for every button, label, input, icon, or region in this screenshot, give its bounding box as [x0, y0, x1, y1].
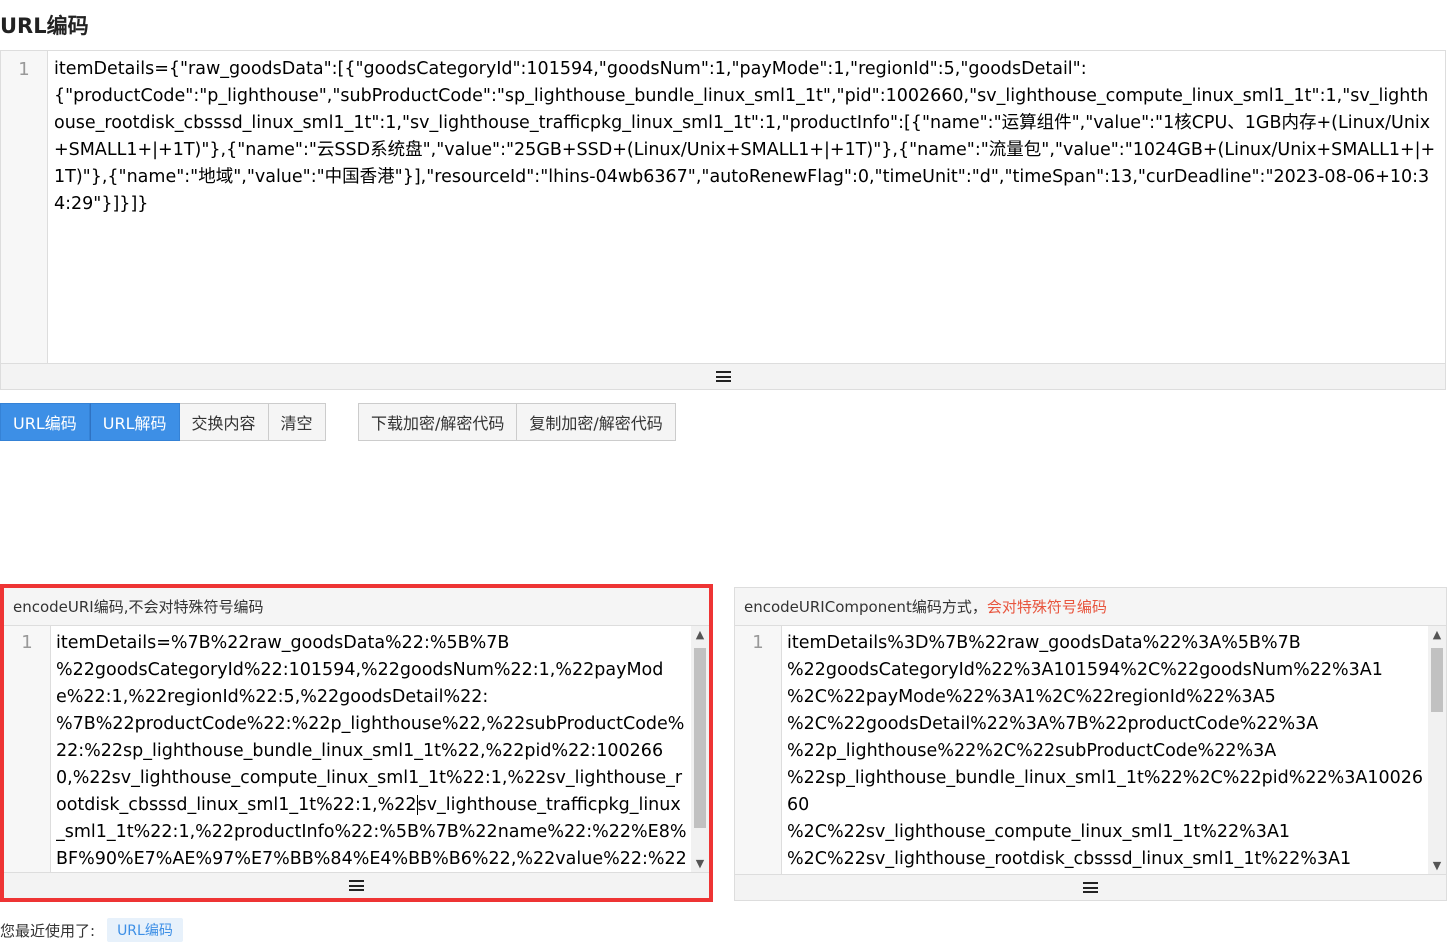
drag-handle-icon [349, 880, 364, 891]
recently-used-label: 您最近使用了: [0, 921, 96, 940]
url-encode-button[interactable]: URL编码 [0, 403, 90, 441]
encodeuri-output-panel: encodeURI编码,不会对特殊符号编码 1 itemDetails=%7B%… [0, 584, 713, 902]
url-decode-button[interactable]: URL解码 [89, 403, 180, 441]
drag-handle-icon [715, 371, 731, 382]
panel-header: encodeURIComponent编码方式， 会对特殊符号编码 [735, 588, 1446, 626]
page-title: URL编码 [0, 14, 89, 38]
output-editor[interactable]: 1 itemDetails%3D%7B%22raw_goodsData%22%3… [735, 626, 1446, 874]
line-gutter: 1 [735, 626, 782, 874]
recent-tool-link[interactable]: URL编码 [107, 918, 183, 942]
output-editor[interactable]: 1 itemDetails=%7B%22raw_goodsData%22:%5B… [4, 626, 709, 872]
editor-resize-handle[interactable] [735, 874, 1446, 900]
swap-content-button[interactable]: 交换内容 [179, 403, 269, 441]
line-number: 1 [21, 632, 33, 653]
line-gutter: 1 [4, 626, 51, 872]
panel-title: encodeURIComponent编码方式， [744, 598, 987, 616]
vertical-scrollbar[interactable]: ▲ ▼ [1428, 626, 1446, 874]
clear-button[interactable]: 清空 [268, 403, 326, 441]
recently-used: 您最近使用了: URL编码 [0, 918, 183, 942]
line-number: 1 [752, 632, 764, 653]
editor-resize-handle[interactable] [4, 872, 709, 898]
output-text[interactable]: itemDetails=%7B%22raw_goodsData%22:%5B%7… [56, 626, 687, 872]
line-number: 1 [18, 59, 30, 80]
scrollbar-thumb[interactable] [1431, 648, 1443, 712]
action-button-group: URL编码 URL解码 交换内容 清空 [0, 403, 326, 441]
panel-title: encodeURI编码,不会对特殊符号编码 [13, 598, 264, 616]
output-text[interactable]: itemDetails%3D%7B%22raw_goodsData%22%3A%… [787, 626, 1424, 874]
vertical-scrollbar[interactable]: ▲ ▼ [691, 626, 709, 872]
input-text[interactable]: itemDetails={"raw_goodsData":[{"goodsCat… [54, 51, 1437, 363]
scroll-down-icon[interactable]: ▼ [691, 855, 709, 872]
panel-header: encodeURI编码,不会对特殊符号编码 [4, 588, 709, 626]
output-text-part: itemDetails=%7B%22raw_goodsData%22:%5B%7… [56, 633, 685, 815]
drag-handle-icon [1083, 882, 1098, 893]
scrollbar-thumb[interactable] [694, 648, 706, 828]
code-button-group: 下载加密/解密代码 复制加密/解密代码 [358, 403, 676, 441]
input-editor[interactable]: 1 itemDetails={"raw_goodsData":[{"goodsC… [0, 50, 1446, 390]
download-code-button[interactable]: 下载加密/解密代码 [358, 403, 518, 441]
encodeuricomponent-output-panel: encodeURIComponent编码方式， 会对特殊符号编码 1 itemDe… [734, 587, 1447, 901]
line-gutter: 1 [1, 51, 48, 363]
panel-title-warning: 会对特殊符号编码 [986, 598, 1107, 616]
copy-code-button[interactable]: 复制加密/解密代码 [517, 403, 676, 441]
scroll-up-icon[interactable]: ▲ [691, 626, 709, 643]
editor-resize-handle[interactable] [1, 363, 1445, 389]
scroll-up-icon[interactable]: ▲ [1428, 626, 1446, 643]
scroll-down-icon[interactable]: ▼ [1428, 857, 1446, 874]
